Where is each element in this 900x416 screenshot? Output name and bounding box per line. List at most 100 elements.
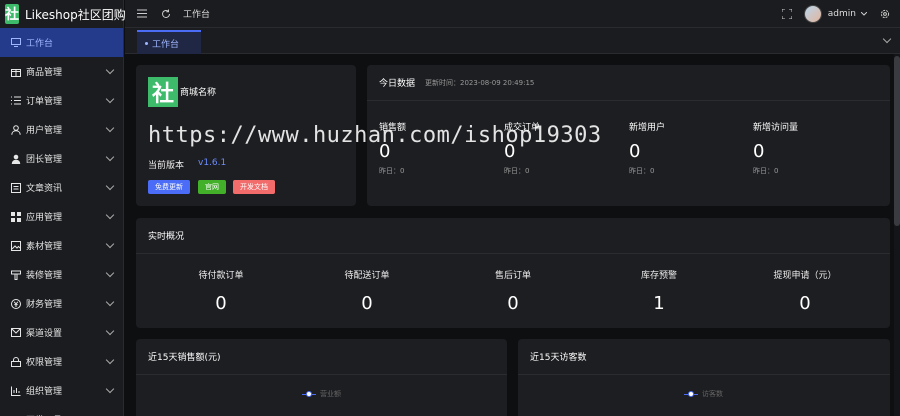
app-name: Likeshop社区团购 [25,7,126,22]
sidebar-item-2[interactable]: 订单管理 [0,86,123,115]
sidebar-item-label: 权限管理 [26,358,63,368]
box-icon [10,66,22,78]
visitors-chart-card: 近15天访客数 访客数 [518,339,890,416]
visitors-chart-legend[interactable]: 访客数 [684,389,723,399]
tab-expand-chevron-icon[interactable] [882,34,892,44]
metric-orders: 成交订单 0 昨日：0 [504,120,540,176]
tab-active-dot [145,41,148,45]
shop-info-card: 社 商城名称 当前版本 v1.6.1 免费更新 官网 开发文档 [136,65,356,206]
metric-value: 0 [504,141,516,162]
sidebar-item-0[interactable]: 工作台 [0,28,123,57]
metric-sales: 销售额 0 昨日：0 [379,120,406,176]
metric-yesterday: 昨日：0 [753,167,779,175]
realtime-value: 0 [361,293,373,314]
metric-label: 销售额 [379,123,407,133]
sidebar-item-label: 工作台 [26,39,54,49]
image-icon [10,240,22,252]
realtime-pending-delivery: 待配送订单 0 [302,268,432,314]
visitors-chart-title: 近15天访客数 [518,339,890,375]
metric-new-users: 新增用户 0 昨日：0 [629,120,665,176]
metric-value: 0 [629,141,641,162]
user-chevron-down-icon[interactable] [860,7,868,21]
sidebar-item-label: 团长管理 [26,155,63,165]
chevron-down-icon [105,326,115,336]
realtime-withdrawals: 提现申请（元） 0 [740,268,870,314]
chevron-down-icon [105,152,115,162]
metric-value: 0 [379,141,391,162]
metric-label: 新增用户 [629,123,666,133]
metric-yesterday: 昨日：0 [379,167,405,175]
metric-yesterday: 昨日：0 [504,167,530,175]
sidebar-item-13[interactable]: 开发工具 [0,405,123,416]
sidebar-item-3[interactable]: 用户管理 [0,115,123,144]
chevron-down-icon [105,181,115,191]
sidebar-item-label: 应用管理 [26,213,63,223]
sidebar-item-11[interactable]: 权限管理 [0,347,123,376]
sidebar-item-7[interactable]: 素材管理 [0,231,123,260]
sidebar-item-1[interactable]: 商品管理 [0,57,123,86]
sidebar-item-label: 订单管理 [26,97,63,107]
fullscreen-icon[interactable] [780,7,794,21]
chevron-down-icon [105,268,115,278]
realtime-label: 待付款订单 [198,271,244,281]
sidebar-item-label: 组织管理 [26,387,63,397]
today-data-title: 今日数据 [379,79,416,89]
realtime-value: 0 [215,293,227,314]
official-site-button[interactable]: 官网 [198,180,226,194]
realtime-value: 0 [507,293,519,314]
chevron-down-icon [105,123,115,133]
sidebar-item-label: 渠道设置 [26,329,63,339]
sidebar-item-9[interactable]: 财务管理 [0,289,123,318]
money-icon [10,298,22,310]
article-icon [10,182,22,194]
chevron-down-icon [105,210,115,220]
sidebar-item-label: 文章资讯 [26,184,63,194]
logo-badge: 社 [5,4,19,24]
sales-chart-legend[interactable]: 营业额 [302,389,341,399]
realtime-label: 售后订单 [494,271,531,281]
realtime-pending-payment: 待付款订单 0 [156,268,286,314]
shop-logo: 社 [148,77,178,107]
settings-icon[interactable] [878,7,892,21]
sidebar-item-12[interactable]: 组织管理 [0,376,123,405]
realtime-value: 0 [799,293,811,314]
metric-yesterday: 昨日：0 [629,167,655,175]
tab-workbench[interactable]: 工作台 [137,30,201,54]
scrollbar-thumb[interactable] [894,56,900,226]
sidebar-item-label: 商品管理 [26,68,63,78]
sidebar-item-8[interactable]: 装修管理 [0,260,123,289]
dev-docs-button[interactable]: 开发文档 [233,180,275,194]
sidebar: 社 Likeshop社区团购 工作台商品管理订单管理用户管理团长管理文章资讯应用… [0,0,126,416]
org-icon [10,385,22,397]
sidebar-item-4[interactable]: 团长管理 [0,144,123,173]
menu-fold-icon[interactable] [135,7,149,21]
today-data-header: 今日数据 更新时间：2023-08-09 20:49:15 [367,65,890,101]
app-logo[interactable]: 社 Likeshop社区团购 [0,0,126,28]
sidebar-item-label: 用户管理 [26,126,63,136]
metric-label: 新增访问量 [753,123,799,133]
free-update-button[interactable]: 免费更新 [148,180,190,194]
realtime-label: 提现申请（元） [773,271,837,281]
chevron-down-icon [105,239,115,249]
sidebar-item-10[interactable]: 渠道设置 [0,318,123,347]
shop-name: 商城名称 [180,88,217,98]
refresh-icon[interactable] [159,7,173,21]
grid-icon [10,211,22,223]
avatar[interactable] [803,4,822,23]
realtime-stock-warning: 库存预警 1 [594,268,724,314]
tab-label: 工作台 [152,39,180,50]
decorate-icon [10,269,22,281]
breadcrumb: 工作台 [183,10,211,20]
sidebar-menu: 工作台商品管理订单管理用户管理团长管理文章资讯应用管理素材管理装修管理财务管理渠… [0,28,123,416]
sidebar-item-5[interactable]: 文章资讯 [0,173,123,202]
sidebar-item-6[interactable]: 应用管理 [0,202,123,231]
username[interactable]: admin [828,9,856,19]
monitor-icon [10,37,22,49]
sidebar-item-label: 财务管理 [26,300,63,310]
realtime-overview-card: 实时概况 待付款订单 0 待配送订单 0 售后订单 0 库存预警 1 提现申请（… [136,218,890,328]
sidebar-item-label: 素材管理 [26,242,63,252]
sales-chart-card: 近15天销售额(元) 营业额 [136,339,507,416]
top-bar: 工作台 admin [125,0,900,28]
chevron-down-icon [105,355,115,365]
mail-icon [10,327,22,339]
